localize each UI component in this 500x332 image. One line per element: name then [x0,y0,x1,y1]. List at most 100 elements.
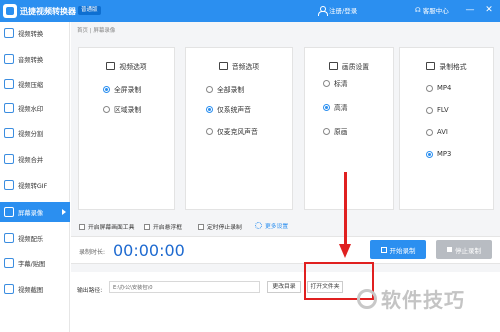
close-button[interactable]: ✕ [482,3,496,17]
panel-title: 音频选项 [231,63,260,71]
checkbox-floating-window[interactable]: 开启悬浮框 [144,222,182,231]
sidebar-item-label: 视频水印 [18,105,44,113]
record-icon [4,207,14,217]
audio-convert-icon [4,54,14,64]
panel-header: 视频选项 [79,61,174,71]
panel-header: 音频选项 [186,61,292,71]
support-link[interactable]: ☊ 客服中心 [415,5,449,15]
sidebar-item-label: 视频配乐 [18,235,44,243]
merge-icon [4,154,14,164]
sidebar-item-screenshot[interactable]: 视频截图 [0,279,70,299]
sidebar-item-watermark[interactable]: 视频水印 [0,98,70,118]
watermark-icon [4,103,14,113]
sidebar-item-label: 视频合并 [18,156,44,164]
sidebar-item-label: 视频截图 [18,286,44,294]
radio-button [103,105,110,113]
sidebar-item-label: 音频转换 [18,56,44,64]
option-flv[interactable]: FLV [426,106,449,114]
start-record-button[interactable]: 开始录制 [370,240,426,259]
output-path-field[interactable]: E:\办公\安装包\0 [109,281,260,293]
duration-label: 录制时长: [79,249,106,256]
radio-button [206,127,213,135]
option-system-audio[interactable]: 仅系统声音 [206,104,251,114]
more-settings-label: 更多设置 [265,224,289,230]
sidebar-item-audio-convert[interactable]: 音频转换 [0,49,70,69]
sidebar-item-label: 屏幕录像 [18,209,44,217]
option-mic-audio[interactable]: 仅麦克风声音 [206,126,258,136]
radio-button [323,127,330,135]
sidebar-item-compress[interactable]: 视频压缩 [0,74,70,94]
radio-button [323,103,330,111]
user-icon [318,5,328,16]
checkbox [144,223,150,230]
option-fullscreen[interactable]: 全屏录制 [103,84,141,94]
radio-button [426,106,433,114]
sidebar-item-merge[interactable]: 视频合并 [0,149,70,169]
app-logo-icon [3,4,17,18]
sidebar-item-screen-record[interactable]: 屏幕录像 [0,202,70,222]
radio-button [426,84,433,92]
panel-title: 画质设置 [341,63,370,71]
minimize-button[interactable]: — [463,3,477,17]
option-label: 高清 [334,104,348,112]
active-arrow-icon [62,209,66,215]
sidebar-item-label: 视频转GIF [18,182,48,190]
support-label: 客服中心 [422,7,449,15]
annotation-arrow-line [344,172,347,244]
option-avi[interactable]: AVI [426,128,448,136]
more-settings-link[interactable]: 更多设置 [255,221,288,230]
sidebar-item-video-convert[interactable]: 视频转换 [0,23,70,43]
stop-record-label: 停止录制 [455,246,481,255]
option-hd[interactable]: 高清 [323,102,348,112]
checkbox-label: 开启悬浮框 [153,225,182,231]
option-all-audio[interactable]: 全部录制 [206,84,244,94]
output-label: 输出路径: [77,288,103,294]
option-label: AVI [437,128,448,136]
gear-icon [255,222,262,229]
watermark-logo-icon [357,288,377,309]
headset-icon: ☊ [415,6,421,14]
sidebar-item-label: 字幕/贴图 [18,260,46,268]
record-timer: 00:00:00 [113,241,185,260]
panel-header: 录制格式 [400,61,493,71]
title-bar: 迅捷视频转换器 普通版 注册/登录 ☊ 客服中心 — ✕ [0,0,500,22]
sidebar-item-gif[interactable]: 视频转GIF [0,175,70,195]
breadcrumb: 首页 | 屏幕录像 [77,26,115,34]
option-label: 全屏录制 [114,86,142,94]
sidebar-item-label: 视频转换 [18,30,44,38]
sidebar-item-subtitle[interactable]: 字幕/贴图 [0,253,70,273]
option-mp4[interactable]: MP4 [426,84,451,92]
sidebar-item-split[interactable]: 视频分割 [0,123,70,143]
video-options-panel: 视频选项 全屏录制 区域录制 [78,47,175,210]
start-record-label: 开始录制 [389,246,416,255]
sidebar-item-music[interactable]: 视频配乐 [0,228,70,248]
radio-button [206,85,213,93]
app-title: 迅捷视频转换器 [20,7,76,16]
checkbox [198,223,204,230]
breadcrumb-separator: | [89,28,92,34]
change-directory-button[interactable]: 更改目录 [267,281,301,293]
option-sd[interactable]: 标清 [323,78,348,88]
checkbox-screen-tools[interactable]: 开启屏幕画面工具 [79,222,134,231]
option-label: 全部录制 [217,86,245,94]
login-label: 注册/登录 [329,7,358,15]
edition-badge[interactable]: 普通版 [78,6,101,15]
watermark-text: 软件技巧 [381,288,465,312]
login-link[interactable]: 注册/登录 [318,5,358,16]
quality-panel: 画质设置 标清 高清 原画 [304,47,394,210]
option-mp3[interactable]: MP3 [426,150,451,158]
radio-button [323,79,330,87]
stop-record-button[interactable]: 停止录制 [436,240,492,259]
breadcrumb-home[interactable]: 首页 [77,28,88,34]
option-region[interactable]: 区域录制 [103,104,141,114]
radio-button [103,85,110,93]
radio-button [206,105,213,113]
option-label: MP4 [437,84,452,92]
speaker-icon [218,62,228,70]
record-icon [380,246,387,253]
panel-title: 录制格式 [439,63,467,71]
radio-button [426,128,433,136]
checkbox-timed-stop[interactable]: 定时停止录制 [198,222,242,231]
option-label: 区域录制 [114,106,142,114]
option-original[interactable]: 原画 [323,126,348,136]
